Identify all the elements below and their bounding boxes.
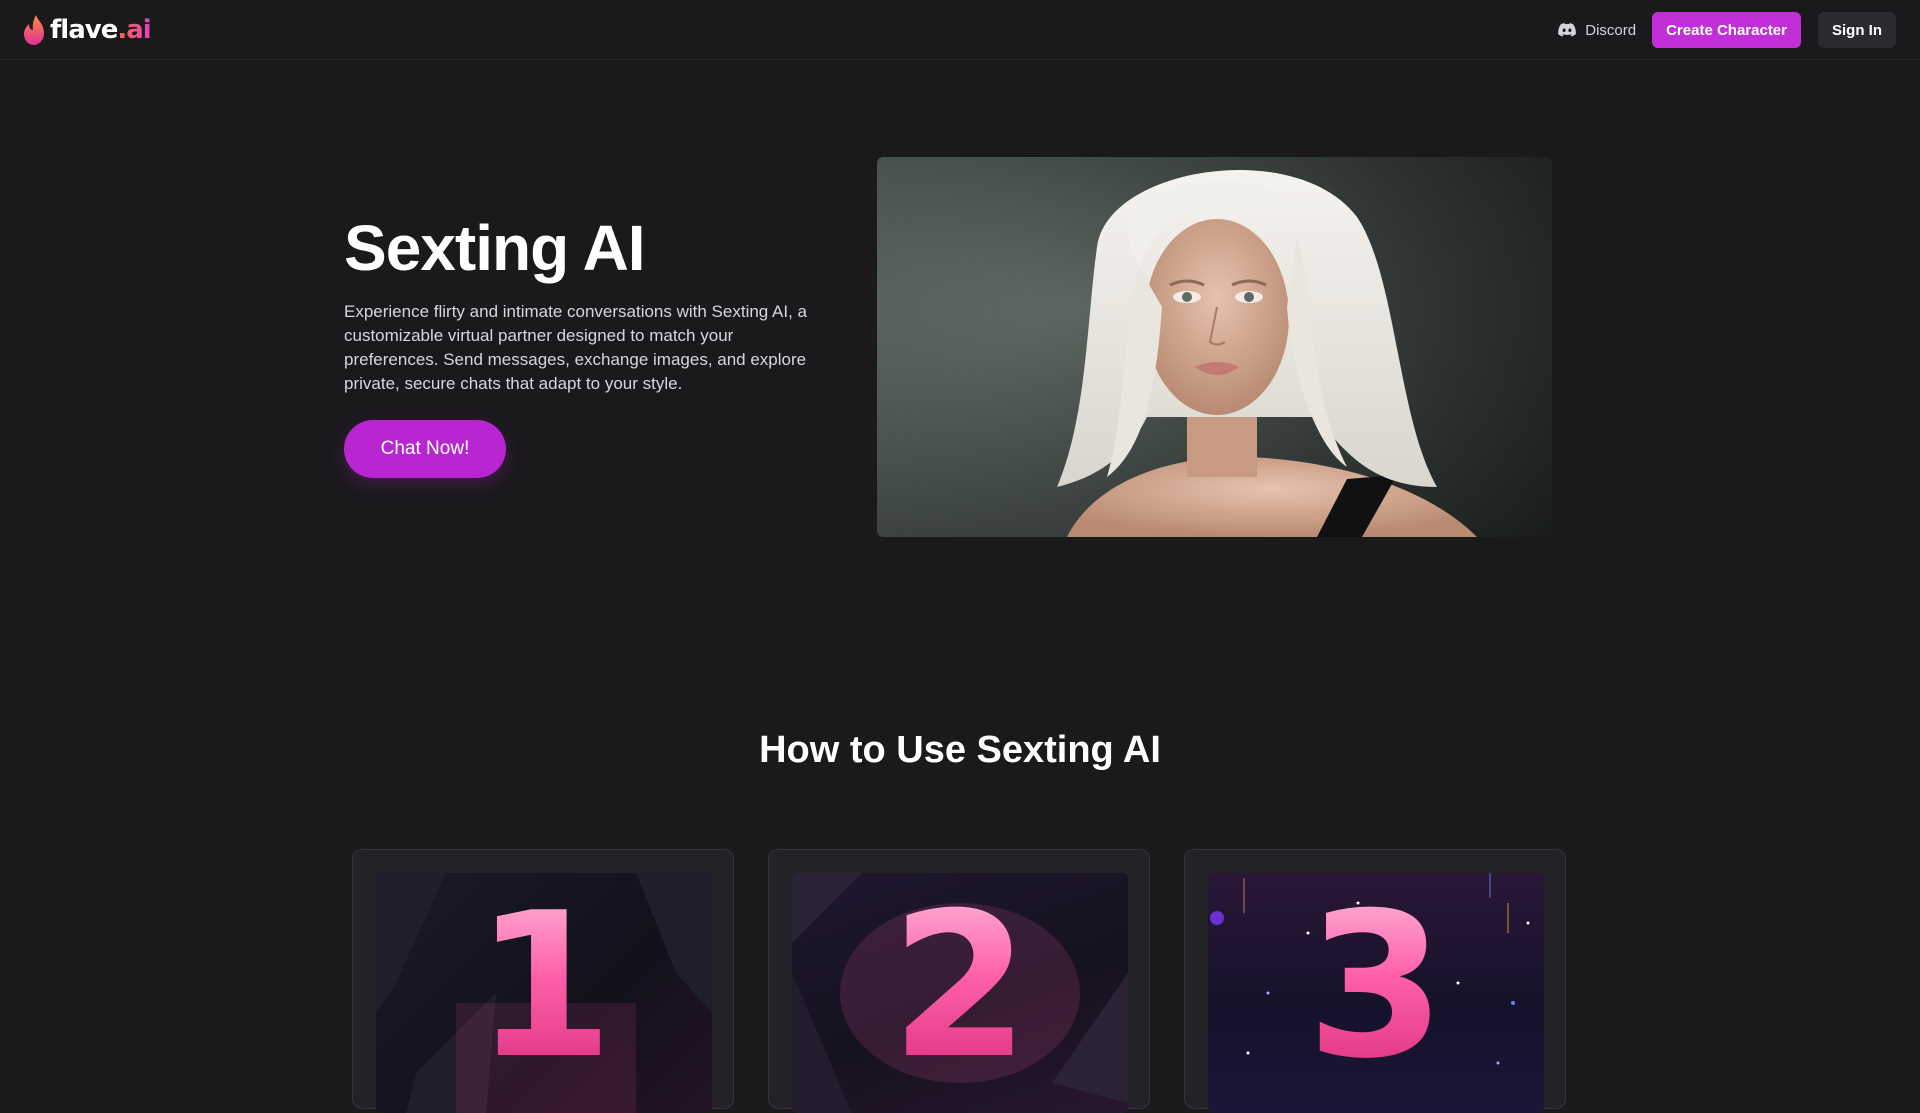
top-nav: flave.ai Discord Create Character Sign I… bbox=[0, 0, 1920, 60]
discord-icon bbox=[1558, 23, 1577, 37]
logo-text-accent: .ai bbox=[117, 15, 151, 45]
chat-now-button[interactable]: Chat Now! bbox=[344, 420, 506, 478]
hero-portrait-graphic bbox=[877, 157, 1552, 537]
hero-image bbox=[877, 157, 1552, 537]
how-to-title: How to Use Sexting AI bbox=[759, 729, 1161, 771]
step-card-1[interactable]: 1 bbox=[352, 849, 734, 1113]
step-number-2: 2 bbox=[792, 887, 1128, 1087]
site-logo[interactable]: flave.ai bbox=[22, 14, 152, 46]
hero-title: Sexting AI bbox=[344, 212, 646, 284]
nav-actions: Discord Create Character Sign In bbox=[1558, 12, 1896, 48]
sign-in-button[interactable]: Sign In bbox=[1818, 12, 1896, 48]
discord-label: Discord bbox=[1585, 21, 1637, 39]
discord-link[interactable]: Discord bbox=[1558, 22, 1636, 39]
step-number-1: 1 bbox=[376, 887, 712, 1087]
step-image-3: 3 bbox=[1208, 873, 1544, 1113]
step-image-2: 2 bbox=[792, 873, 1128, 1113]
step-image-1: 1 bbox=[376, 873, 712, 1113]
step-card-3[interactable]: 3 bbox=[1184, 849, 1566, 1113]
create-character-button[interactable]: Create Character bbox=[1652, 12, 1801, 48]
flame-icon bbox=[24, 15, 44, 45]
hero-description: Experience flirty and intimate conversat… bbox=[344, 302, 808, 393]
logo-text-main: flave bbox=[50, 15, 118, 45]
step-card-2[interactable]: 2 bbox=[768, 849, 1150, 1113]
logo-text: flave.ai bbox=[50, 14, 152, 46]
step-number-3: 3 bbox=[1208, 887, 1544, 1087]
